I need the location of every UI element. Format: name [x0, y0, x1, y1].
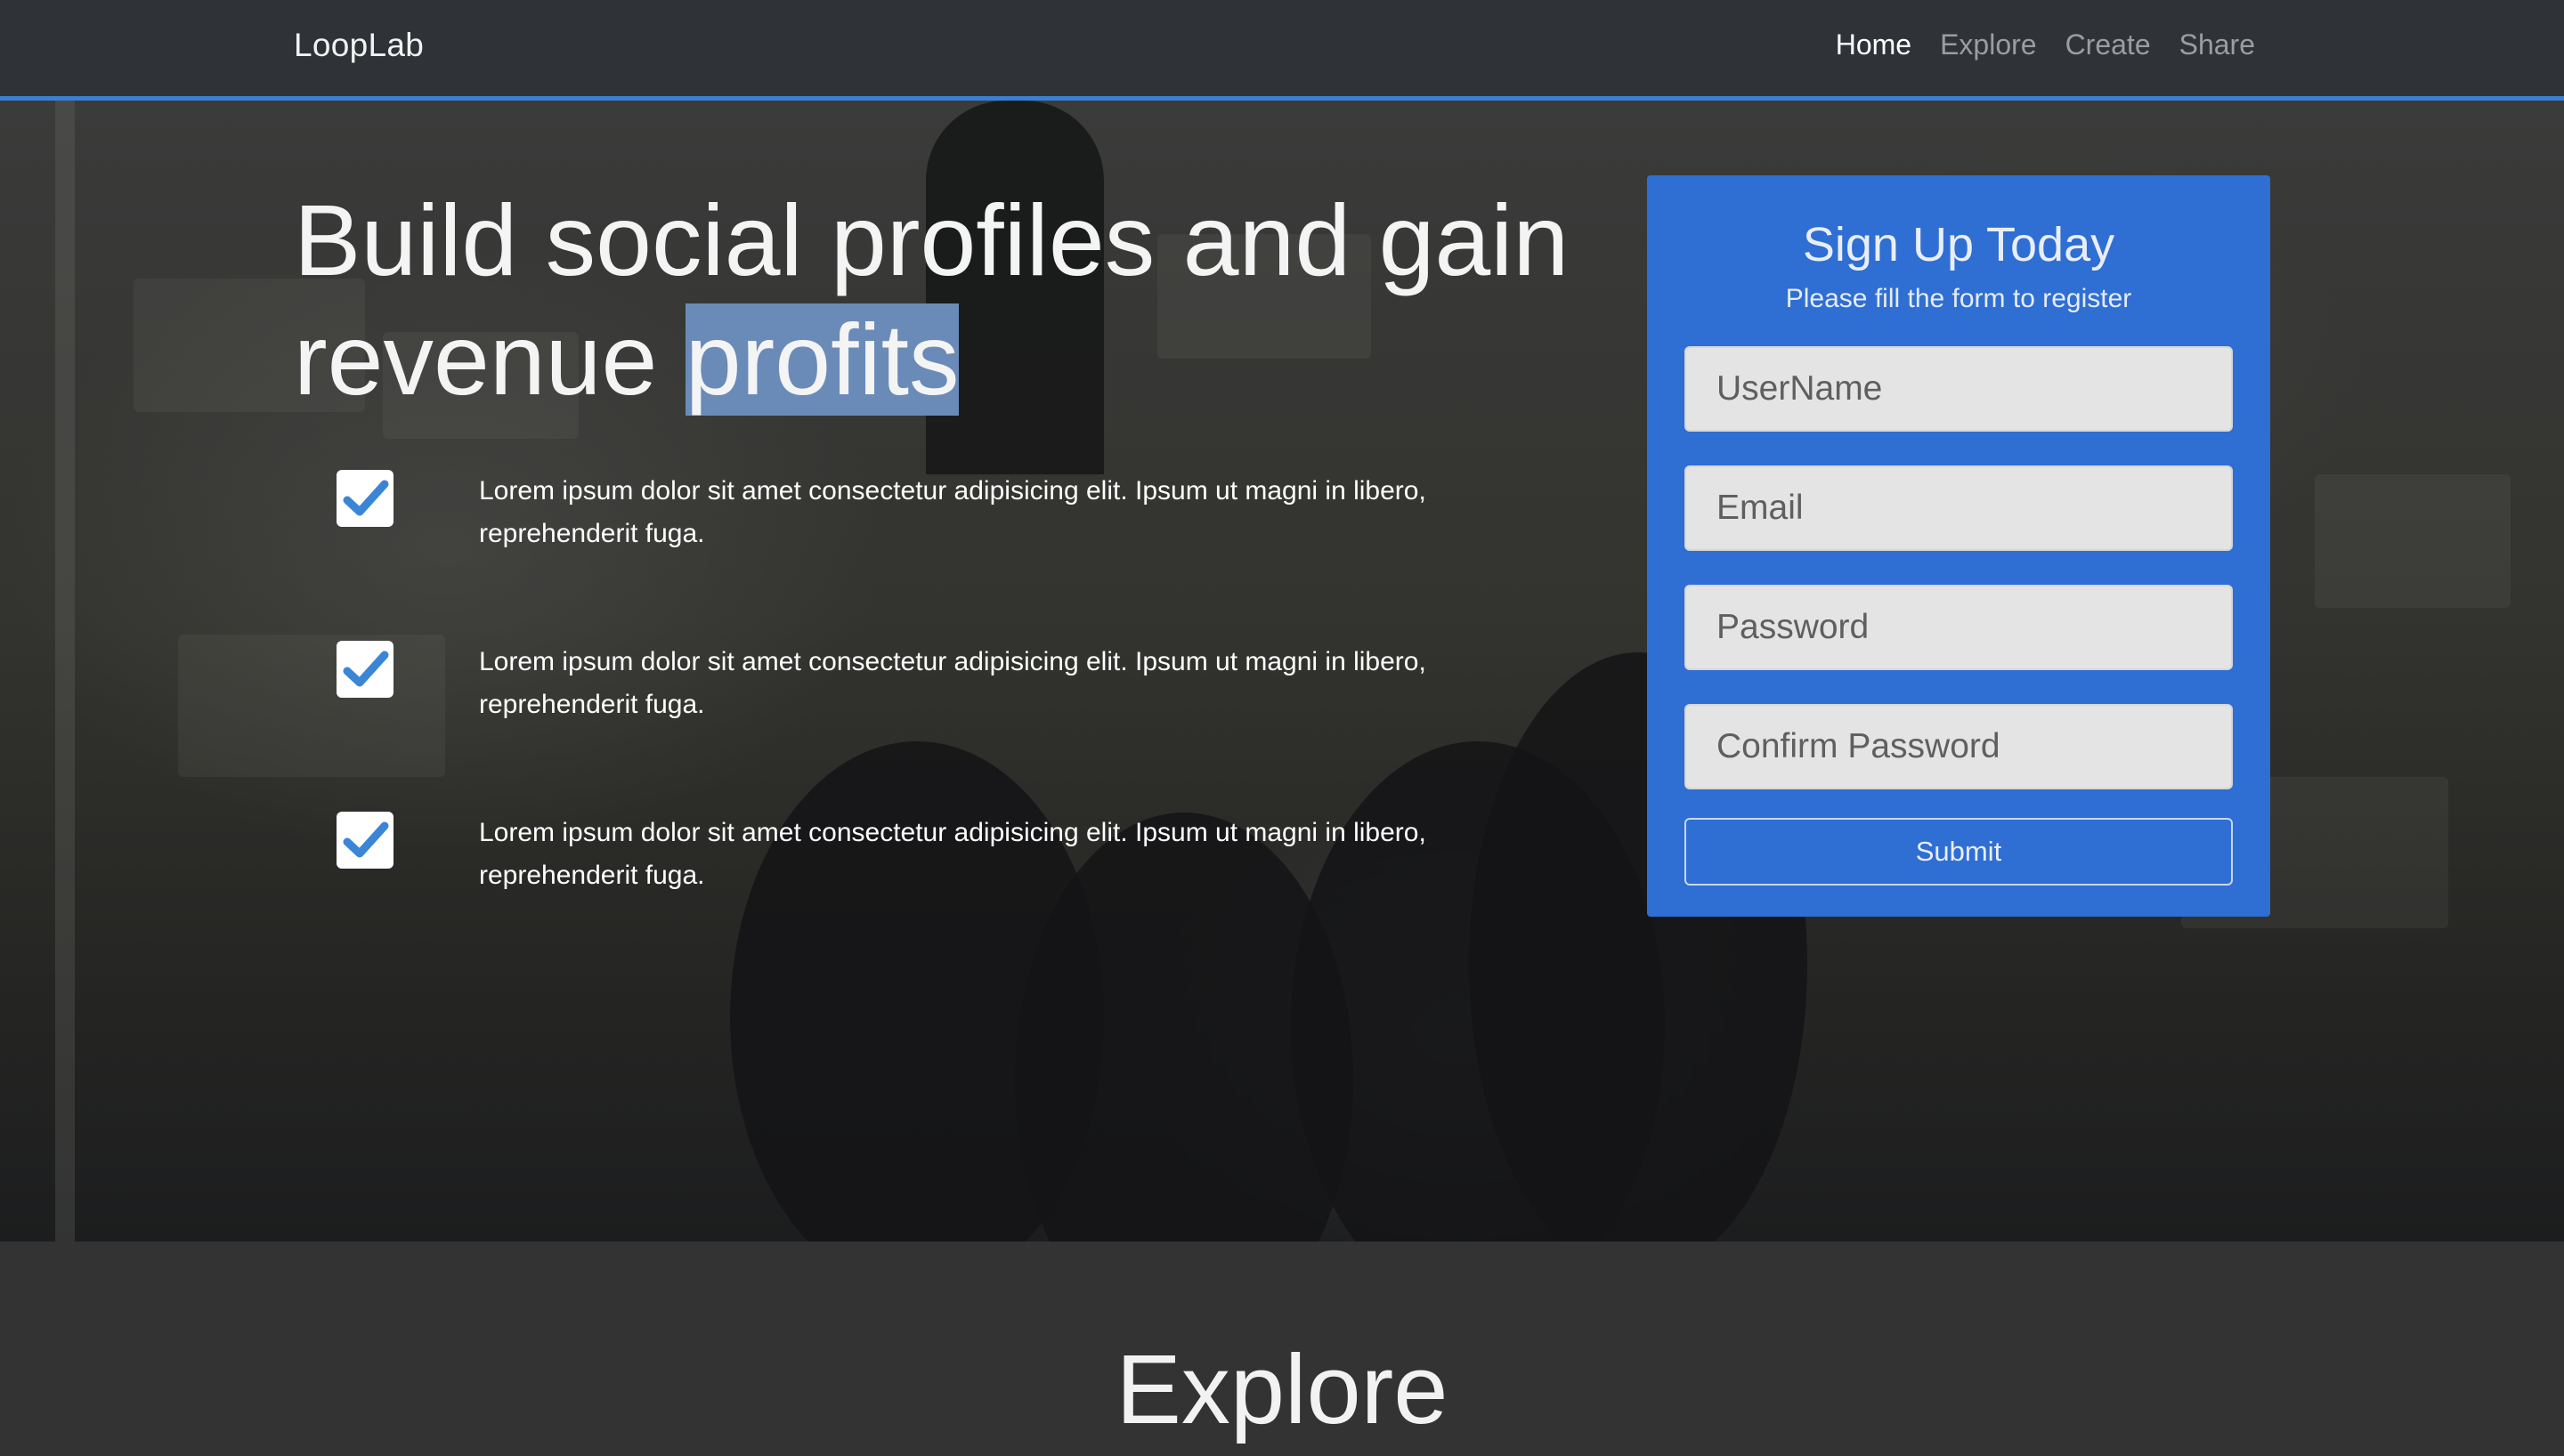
feature-item: Lorem ipsum dolor sit amet consectetur a… [337, 641, 1538, 812]
email-input[interactable] [1684, 465, 2233, 551]
nav-link-home[interactable]: Home [1836, 28, 1911, 61]
headline-emphasis: social profiles [545, 184, 1156, 296]
hero-headline: Build social profiles and gain revenue p… [294, 181, 1629, 419]
background-stone [2315, 474, 2511, 608]
feature-text: Lorem ipsum dolor sit amet consectetur a… [479, 476, 1426, 548]
headline-selected-word: profits [685, 303, 960, 416]
submit-button[interactable]: Submit [1684, 818, 2233, 886]
feature-text: Lorem ipsum dolor sit amet consectetur a… [479, 647, 1426, 719]
explore-heading: Explore [1116, 1335, 1448, 1444]
feature-text: Lorem ipsum dolor sit amet consectetur a… [479, 818, 1426, 890]
explore-section: Explore [0, 1242, 2564, 1456]
nav-link-create[interactable]: Create [2065, 28, 2151, 61]
password-input[interactable] [1684, 585, 2233, 670]
nav-link-share[interactable]: Share [2179, 28, 2255, 61]
brand-logo[interactable]: LoopLab [294, 27, 424, 64]
headline-text: Build [294, 184, 546, 296]
check-square-icon [337, 641, 394, 698]
check-square-icon [337, 470, 394, 527]
nav-link-explore[interactable]: Explore [1940, 28, 2037, 61]
signup-subtitle: Please fill the form to register [1785, 284, 2132, 313]
check-square-icon [337, 812, 394, 869]
confirm-password-input[interactable] [1684, 704, 2233, 789]
feature-item: Lorem ipsum dolor sit amet consectetur a… [337, 812, 1538, 983]
hero-section: Build social profiles and gain revenue p… [0, 101, 2564, 1242]
top-navbar: LoopLab Home Explore Create Share [0, 0, 2564, 101]
signup-card: Sign Up Today Please fill the form to re… [1647, 175, 2270, 917]
feature-list: Lorem ipsum dolor sit amet consectetur a… [337, 470, 1538, 983]
background-pipe [55, 101, 75, 1242]
nav-links: Home Explore Create Share [1836, 28, 2255, 61]
feature-item: Lorem ipsum dolor sit amet consectetur a… [337, 470, 1538, 641]
signup-title: Sign Up Today [1802, 218, 2115, 271]
username-input[interactable] [1684, 346, 2233, 432]
